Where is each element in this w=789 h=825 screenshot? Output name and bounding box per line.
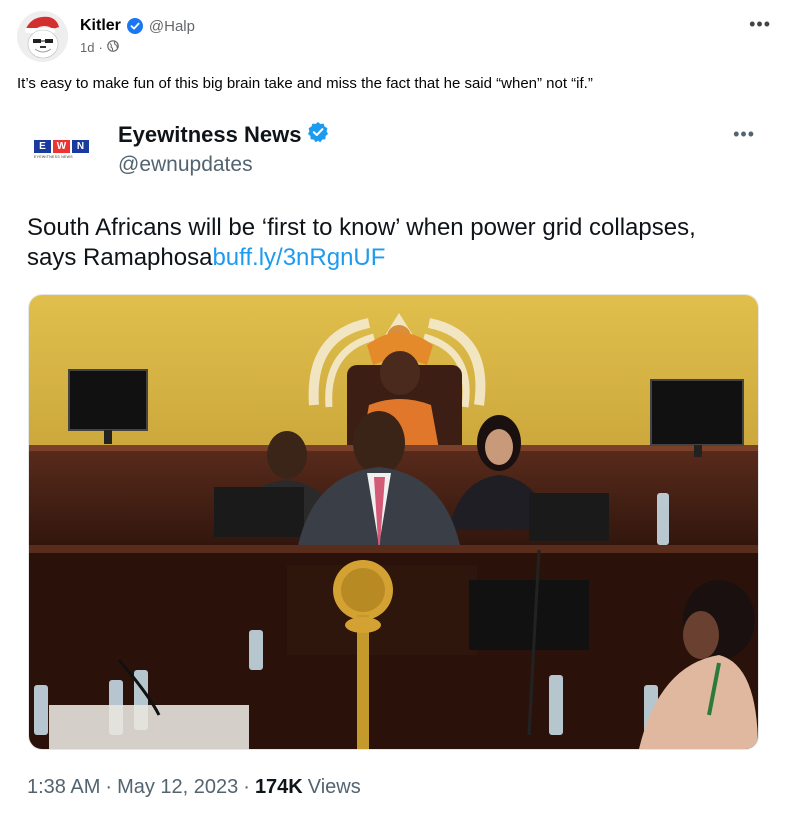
tweet-views-count: 174K: [254, 776, 303, 798]
tweet-time[interactable]: 1:38 AM: [27, 776, 100, 799]
logo-letter-n: N: [72, 140, 89, 153]
post-more-icon[interactable]: •••: [749, 14, 771, 35]
footer-separator: ·: [105, 776, 113, 798]
logo-letter-w: W: [53, 140, 70, 153]
author-handle[interactable]: @Halp: [149, 18, 195, 35]
tweet-link[interactable]: buff.ly/3nRgnUF: [212, 244, 385, 271]
globe-icon: [107, 40, 119, 55]
post-time[interactable]: 1d: [80, 40, 94, 55]
tweet-photo[interactable]: [28, 294, 759, 750]
verified-badge-icon: [307, 121, 329, 148]
tweet-author-handle[interactable]: @ewnupdates: [118, 153, 253, 177]
author-line: Kitler @Halp: [80, 15, 195, 37]
post-meta: 1d ·: [80, 40, 119, 55]
facebook-post: Kitler @Halp 1d · ••• It’s easy to make …: [0, 0, 789, 825]
footer-separator: ·: [243, 776, 250, 798]
post-caption: It’s easy to make fun of this big brain …: [17, 75, 593, 92]
ewn-logo[interactable]: E W N EYEWITNESS NEWS: [34, 140, 92, 164]
tweet-more-icon[interactable]: •••: [733, 124, 755, 145]
logo-tagline: EYEWITNESS NEWS: [34, 155, 73, 159]
tweet-author-name[interactable]: Eyewitness News: [118, 122, 301, 148]
author-avatar[interactable]: [17, 11, 68, 62]
logo-letter-e: E: [34, 140, 51, 153]
tweet-date[interactable]: May 12, 2023: [117, 776, 238, 799]
tweet-text: South Africans will be ‘first to know’ w…: [27, 213, 747, 273]
meta-separator: ·: [98, 40, 103, 55]
author-name[interactable]: Kitler: [80, 17, 121, 35]
verified-badge-icon: [126, 18, 143, 34]
tweet-footer: 1:38 AM · May 12, 2023 · 174K Views: [27, 776, 361, 799]
tweet-views-label: Views: [307, 776, 361, 798]
tweet-name-line: Eyewitness News: [118, 121, 329, 148]
